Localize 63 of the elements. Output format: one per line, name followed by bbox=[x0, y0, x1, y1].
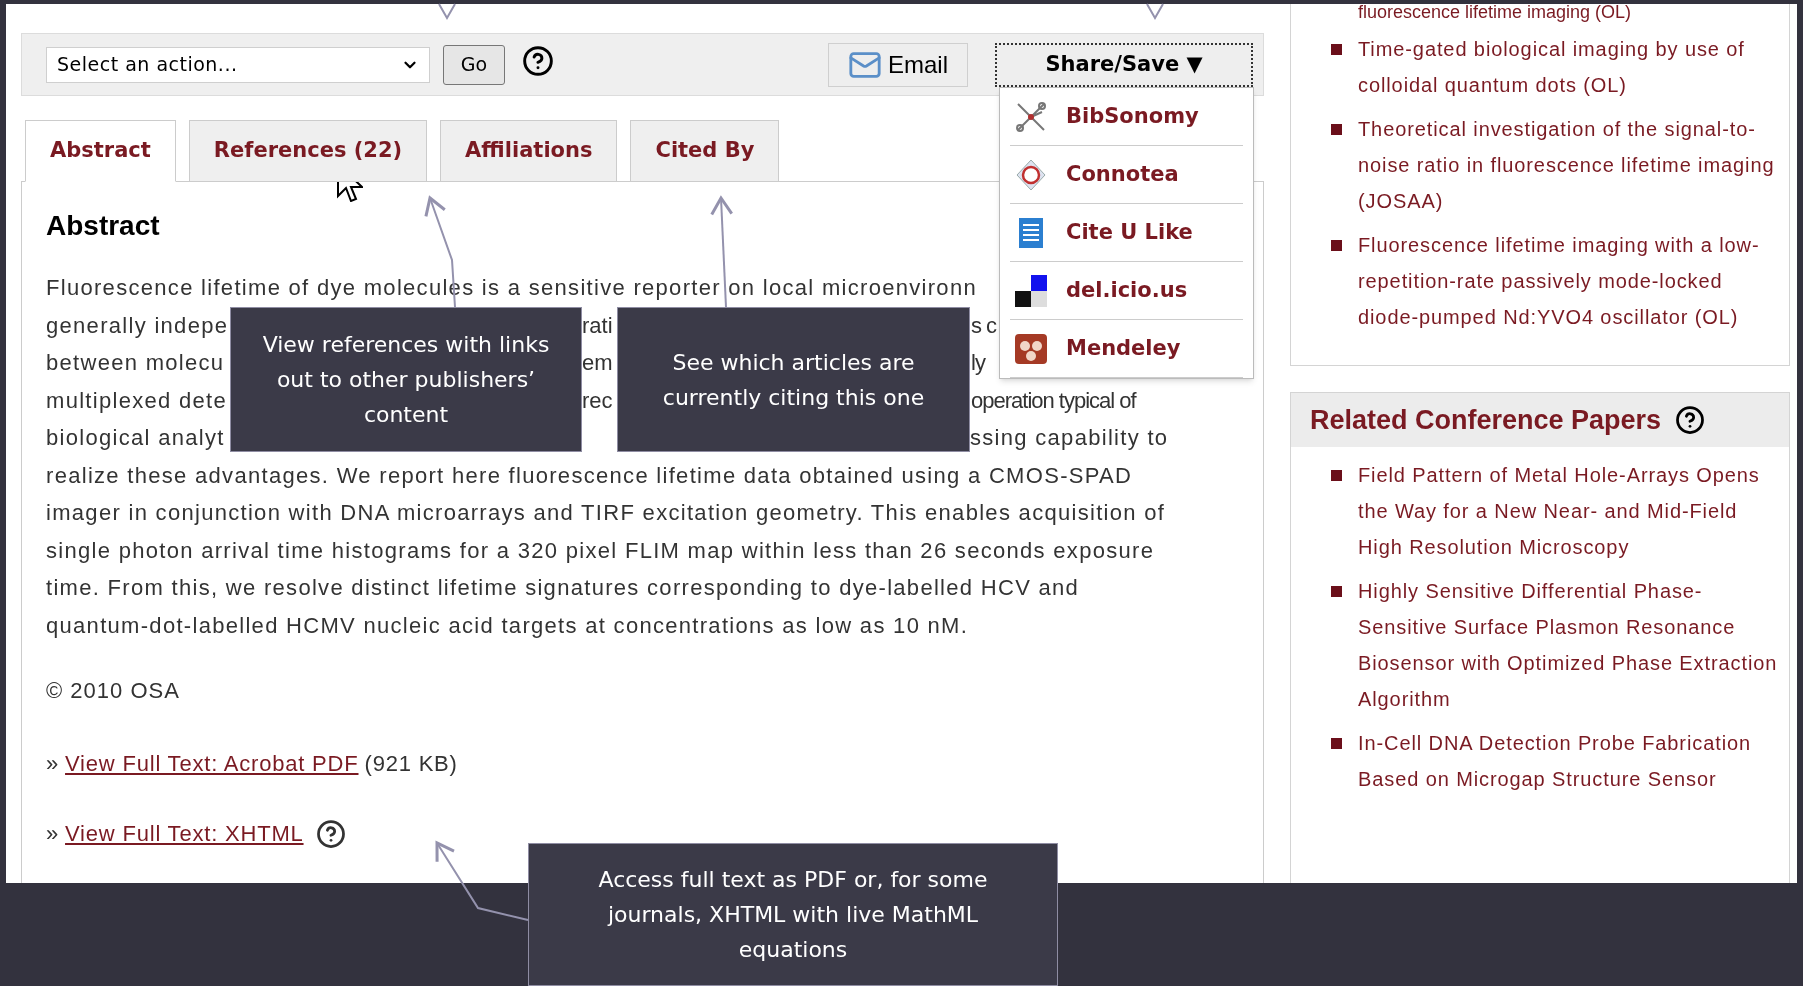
help-icon[interactable] bbox=[315, 818, 346, 849]
share-menu-item[interactable]: Cite U Like bbox=[1010, 204, 1243, 262]
abstract-text: time. From this, we resolve distinct lifetime signatures corresponding to dye-labelled HCV and bbox=[46, 574, 1080, 602]
tab[interactable]: Abstract bbox=[25, 120, 176, 182]
go-button[interactable]: Go bbox=[443, 44, 505, 85]
abstract-heading: Abstract bbox=[46, 209, 160, 243]
bullet-icon bbox=[1331, 586, 1342, 597]
related-article-link[interactable]: Fluorescence lifetime imaging with a low-repetition-rate passively mode-locked diode-pumped Nd:YVO4 oscillator (OL) bbox=[1358, 227, 1783, 335]
abstract-text: em bbox=[582, 350, 613, 375]
related-article-link[interactable]: Time-gated biological imaging by use of colloidal quantum dots (OL) bbox=[1358, 31, 1783, 103]
abstract-text: Fluorescence lifetime of dye molecules is a sensitive reporter on local microenvironn bbox=[46, 274, 977, 302]
abstract-text: realize these advantages. We report here fluorescence lifetime data obtained using a CMOS-SPAD bbox=[46, 461, 1133, 490]
email-button[interactable]: Email bbox=[828, 42, 968, 87]
share-menu-item[interactable]: Mendeley bbox=[1010, 320, 1243, 378]
link-marker: » bbox=[46, 820, 60, 848]
callout-text: View references with links out to other publishers’ content bbox=[261, 331, 551, 429]
link-marker: » bbox=[46, 750, 60, 778]
abstract-text: biological analyt bbox=[46, 425, 225, 450]
abstract-text: operation typical of bbox=[971, 386, 1136, 415]
squares-icon bbox=[1014, 273, 1048, 308]
badge-icon bbox=[1014, 157, 1048, 192]
related-article-link[interactable]: Field Pattern of Metal Hole-Arrays Opens the Way for a New Near- and Mid-Field High Resolution Microscopy bbox=[1358, 457, 1783, 565]
share-menu-item[interactable]: BibSonomy bbox=[1010, 88, 1243, 146]
faces-icon bbox=[1014, 331, 1048, 366]
network-icon bbox=[1014, 99, 1048, 134]
tab[interactable]: Cited By bbox=[630, 120, 780, 182]
abstract-text: s c bbox=[971, 311, 997, 340]
tab[interactable]: References (22) bbox=[188, 120, 428, 182]
callout-text: Access full text as PDF or, for some journals, XHTML with live MathML equations bbox=[597, 866, 989, 964]
share-menu-item[interactable]: Connotea bbox=[1010, 146, 1243, 204]
callout-text: See which articles are currently citing this one bbox=[661, 348, 926, 412]
bullet-icon bbox=[1331, 470, 1342, 481]
abstract-text: single photon arrival time histograms for a 320 pixel FLIM map within less than 26 seconds exposure bbox=[46, 536, 1155, 565]
abstract-text: imager in conjunction with DNA microarrays and TIRF excitation geometry. This enables acquisition of bbox=[46, 499, 1166, 527]
abstract-text: ly bbox=[971, 349, 985, 377]
abstract-text: multiplexed dete bbox=[46, 387, 227, 413]
action-select[interactable]: Select an action... bbox=[46, 46, 430, 83]
abstract-text: between molecu bbox=[46, 350, 225, 375]
abstract-text: ssing capability to bbox=[970, 424, 1169, 452]
leader-line bbox=[438, 3, 456, 20]
bullet-icon bbox=[1331, 738, 1342, 749]
bullet-icon bbox=[1331, 44, 1342, 55]
related-article-link[interactable]: fluorescence lifetime imaging (OL) bbox=[1358, 4, 1632, 22]
file-size-text: (921 KB) bbox=[364, 750, 458, 778]
bullet-icon bbox=[1331, 124, 1342, 135]
share-menu-item[interactable]: del.icio.us bbox=[1010, 262, 1243, 320]
full-text-link[interactable]: View Full Text: XHTML bbox=[65, 817, 304, 850]
related-article-link[interactable]: Highly Sensitive Differential Phase-Sensitive Surface Plasmon Resonance Biosensor with Optimized Phase Extraction Algorithm bbox=[1358, 573, 1783, 717]
help-icon[interactable] bbox=[522, 44, 554, 77]
share-save-button[interactable]: Share/Save ▼ bbox=[995, 42, 1253, 87]
help-icon[interactable] bbox=[1675, 405, 1706, 435]
abstract-text: rati bbox=[582, 312, 613, 338]
abstract-text: generally indepe bbox=[46, 312, 229, 338]
related-article-link[interactable]: In-Cell DNA Detection Probe Fabrication Based on Microgap Structure Sensor bbox=[1358, 725, 1783, 797]
full-text-link[interactable]: View Full Text: Acrobat PDF bbox=[65, 747, 359, 780]
abstract-text: rec bbox=[582, 387, 613, 413]
related-article-link[interactable]: Theoretical investigation of the signal-to-noise ratio in fluorescence lifetime imaging (JOSAA) bbox=[1358, 111, 1783, 219]
abstract-text: quantum-dot-labelled HCMV nucleic acid targets at concentrations as low as 10 nM. bbox=[46, 611, 969, 640]
leader-line bbox=[1146, 3, 1164, 20]
tab[interactable]: Affiliations bbox=[440, 120, 618, 182]
section-title: Related Conference Papers bbox=[1310, 403, 1662, 437]
copyright-text: © 2010 OSA bbox=[46, 677, 180, 705]
bullet-icon bbox=[1331, 240, 1342, 251]
